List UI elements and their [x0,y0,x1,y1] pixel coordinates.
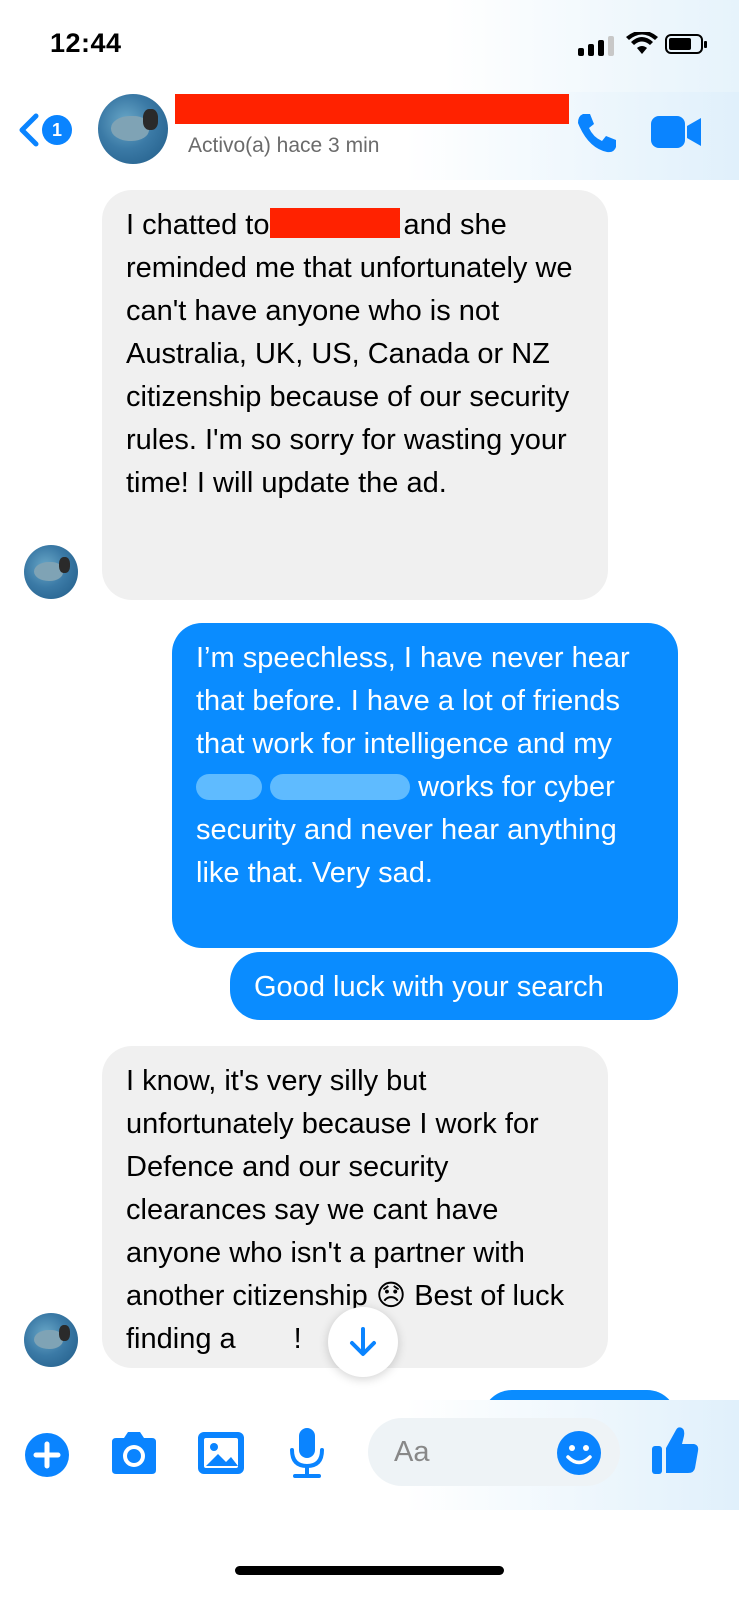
status-bar: 12:44 [0,0,739,92]
video-camera-icon[interactable] [651,114,703,150]
message-input-placeholder: Aa [394,1436,430,1468]
scroll-to-bottom-button[interactable] [328,1307,398,1377]
message-bubble-outgoing[interactable]: Good luck with your search [230,952,678,1020]
message-text: ! [293,1323,302,1355]
status-time: 12:44 [50,28,122,58]
sender-avatar[interactable] [24,545,78,599]
message-text: Good luck with your search [254,971,604,1003]
message-text: reminded me that unfortunately we can't … [126,252,573,499]
home-indicator[interactable] [235,1566,504,1575]
message-text: and she [403,209,507,241]
message-list[interactable]: I chatted to and she reminded me that unf… [0,180,739,1430]
chat-header: 1 Activo(a) hace 3 min [0,92,739,180]
arrow-down-icon [350,1327,376,1356]
contact-name-redacted[interactable] [175,94,569,124]
back-button[interactable]: 1 [16,112,72,148]
emoji-icon[interactable] [556,1430,602,1476]
message-text: I’m speechless, I have never hear that b… [196,642,630,760]
unread-badge: 1 [42,115,72,145]
message-bubble-outgoing[interactable]: I’m speechless, I have never hear that b… [172,623,678,948]
contact-avatar[interactable] [98,94,168,164]
phone-icon[interactable] [574,110,620,156]
message-text: I chatted to [126,209,270,241]
thumbs-up-icon[interactable] [650,1424,700,1476]
message-bubble-incoming[interactable]: I chatted to and she reminded me that unf… [102,190,608,600]
cellular-signal-icon [578,36,614,56]
microphone-icon[interactable] [287,1426,327,1480]
battery-icon [665,34,707,54]
message-text: I know, it's very silly but unfortunatel… [126,1065,539,1312]
active-status: Activo(a) hace 3 min [188,134,380,157]
image-icon[interactable] [196,1430,246,1476]
message-input[interactable]: Aa [368,1418,620,1486]
redaction-blur [270,774,411,800]
redaction-bar [269,208,400,238]
camera-icon[interactable] [108,1430,160,1476]
plus-icon[interactable] [24,1432,70,1478]
wifi-icon [626,32,658,54]
message-text: Best of [414,1280,505,1312]
composer-bar: Aa [0,1400,739,1510]
sender-avatar[interactable] [24,1313,78,1367]
sad-face-emoji: 😞 [375,1280,407,1312]
redaction-blur [196,774,262,800]
back-chevron-icon [19,113,39,147]
